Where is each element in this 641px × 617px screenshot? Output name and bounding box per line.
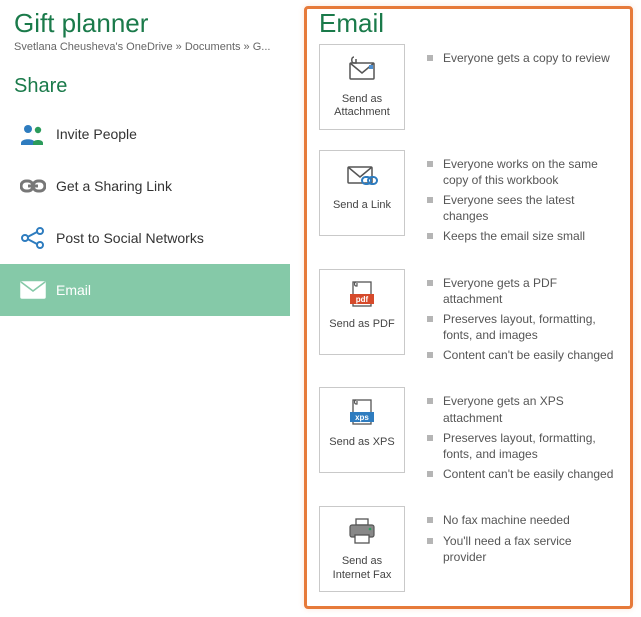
link-icon: [20, 177, 56, 195]
share-item-label: Post to Social Networks: [56, 230, 204, 246]
share-item-email[interactable]: Email: [0, 264, 290, 316]
option-label: Send a Link: [333, 199, 391, 213]
email-heading: Email: [319, 9, 618, 38]
send-as-pdf-button[interactable]: pdf Send as PDF: [319, 269, 405, 355]
share-item-label: Invite People: [56, 126, 137, 142]
bullet-item: Preserves layout, formatting, fonts, and…: [427, 430, 618, 462]
bullet-item: Everyone gets a PDF attachment: [427, 275, 618, 307]
option-label: Send as XPS: [329, 436, 394, 450]
bullet-item: Everyone sees the latest changes: [427, 192, 618, 224]
bullet-item: Everyone gets an XPS attachment: [427, 393, 618, 425]
option-label: Send as Attachment: [324, 93, 400, 121]
email-panel: Email Send as Attachment Everyone gets a…: [290, 0, 641, 617]
bullet-item: You'll need a fax service provider: [427, 533, 618, 565]
option-label: Send as PDF: [329, 318, 394, 332]
document-title: Gift planner: [14, 8, 290, 39]
email-option-row: Send as Internet Fax No fax machine need…: [319, 506, 618, 592]
breadcrumb[interactable]: Svetlana Cheusheva's OneDrive » Document…: [14, 41, 290, 53]
email-panel-highlight: Email Send as Attachment Everyone gets a…: [304, 6, 633, 609]
option-description: No fax machine needed You'll need a fax …: [427, 506, 618, 569]
share-heading: Share: [14, 75, 290, 98]
send-as-fax-button[interactable]: Send as Internet Fax: [319, 506, 405, 592]
svg-text:xps: xps: [355, 413, 369, 422]
pdf-icon: pdf: [344, 278, 380, 312]
share-item-get-link[interactable]: Get a Sharing Link: [0, 160, 290, 212]
option-label: Send as Internet Fax: [324, 555, 400, 583]
option-description: Everyone works on the same copy of this …: [427, 150, 618, 249]
share-item-label: Get a Sharing Link: [56, 178, 172, 194]
bullet-item: Keeps the email size small: [427, 228, 618, 244]
attachment-icon: [344, 53, 380, 87]
send-a-link-button[interactable]: Send a Link: [319, 150, 405, 236]
share-item-label: Email: [56, 282, 91, 298]
envelope-link-icon: [344, 159, 380, 193]
people-icon: [20, 123, 56, 145]
email-option-row: Send a Link Everyone works on the same c…: [319, 150, 618, 249]
share-social-icon: [20, 227, 56, 249]
share-list: Invite People Get a Sharing Link: [0, 108, 290, 316]
bullet-item: Everyone works on the same copy of this …: [427, 156, 618, 188]
email-option-row: pdf Send as PDF Everyone gets a PDF atta…: [319, 269, 618, 368]
email-option-row: Send as Attachment Everyone gets a copy …: [319, 44, 618, 130]
option-description: Everyone gets an XPS attachment Preserve…: [427, 387, 618, 486]
bullet-item: Preserves layout, formatting, fonts, and…: [427, 311, 618, 343]
bullet-item: Content can't be easily changed: [427, 466, 618, 482]
xps-icon: xps: [344, 396, 380, 430]
share-left-pane: Gift planner Svetlana Cheusheva's OneDri…: [0, 0, 290, 316]
bullet-item: Content can't be easily changed: [427, 347, 618, 363]
share-item-social[interactable]: Post to Social Networks: [0, 212, 290, 264]
fax-printer-icon: [344, 515, 380, 549]
bullet-item: Everyone gets a copy to review: [427, 50, 618, 66]
svg-text:pdf: pdf: [356, 295, 369, 304]
send-as-attachment-button[interactable]: Send as Attachment: [319, 44, 405, 130]
email-option-row: xps Send as XPS Everyone gets an XPS att…: [319, 387, 618, 486]
share-item-invite-people[interactable]: Invite People: [0, 108, 290, 160]
send-as-xps-button[interactable]: xps Send as XPS: [319, 387, 405, 473]
option-description: Everyone gets a PDF attachment Preserves…: [427, 269, 618, 368]
email-icon: [20, 281, 56, 299]
bullet-item: No fax machine needed: [427, 512, 618, 528]
option-description: Everyone gets a copy to review: [427, 44, 618, 70]
